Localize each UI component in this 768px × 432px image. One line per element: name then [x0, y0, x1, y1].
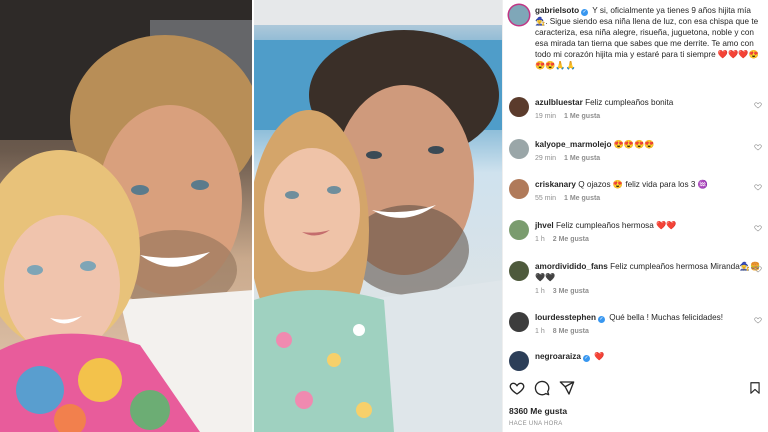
caption-body: Y si, oficialmente ya tienes 9 años hiji…: [535, 6, 759, 70]
photo-father-daughter-right: [253, 0, 502, 432]
verified-icon: ✓: [582, 355, 590, 362]
comment-username[interactable]: jhvel: [535, 221, 554, 230]
comment-likes[interactable]: 1 Me gusta: [564, 155, 600, 162]
post-side-panel: gabrielsoto ✓ Y si, oficialmente ya tiene…: [502, 0, 768, 432]
comment-likes[interactable]: 2 Me gusta: [553, 236, 589, 243]
post-timestamp: HACE UNA HORA: [509, 421, 563, 427]
comment-time: 55 min: [535, 195, 557, 202]
photo-left-illustration: [0, 0, 252, 432]
comment-text: ❤️: [594, 352, 605, 361]
comment-time: 19 min: [535, 113, 557, 120]
comment-text: 😍😍😍😍: [613, 140, 655, 149]
avatar[interactable]: [509, 139, 529, 159]
comment-likes[interactable]: 3 Me gusta: [553, 288, 589, 295]
comment-username[interactable]: amordividido_fans: [535, 262, 608, 271]
avatar[interactable]: [509, 5, 529, 25]
comment-item: criskanary Q ojazos 😍 feliz vida para lo…: [509, 179, 764, 202]
comment-time: 1 h: [535, 288, 545, 295]
avatar[interactable]: [509, 351, 529, 371]
comment-username[interactable]: criskanary: [535, 180, 576, 189]
comment-username[interactable]: kalyope_marmolejo: [535, 140, 611, 149]
photo-father-daughter-left: [0, 0, 252, 432]
post-photos: [0, 0, 502, 432]
comment-time: 1 h: [535, 236, 545, 243]
avatar[interactable]: [509, 97, 529, 117]
heart-icon[interactable]: [754, 101, 762, 109]
comment-username[interactable]: negroaraiza: [535, 352, 581, 361]
caption-block: gabrielsoto ✓ Y si, oficialmente ya tiene…: [509, 5, 764, 71]
comment-time: 29 min: [535, 155, 557, 162]
comment-item: kalyope_marmolejo 😍😍😍😍 29 min 1 Me gusta: [509, 139, 764, 162]
comment-item: lourdesstephen ✓ Qué bella ! Muchas felic…: [509, 312, 764, 335]
bookmark-icon[interactable]: [748, 380, 762, 396]
comment-text: Feliz cumpleaños hermosa ❤️❤️: [555, 221, 677, 230]
caption-text: gabrielsoto ✓ Y si, oficialmente ya tiene…: [535, 5, 762, 71]
post-actions: [509, 380, 575, 396]
verified-icon: ✓: [597, 316, 605, 323]
comment-text: Qué bella ! Muchas felicidades!: [609, 313, 724, 322]
heart-icon[interactable]: [754, 224, 762, 232]
comment-text: Q ojazos 😍 feliz vida para los 3 ♒: [578, 180, 708, 189]
caption-username[interactable]: gabrielsoto: [535, 6, 579, 15]
comment-item: jhvel Feliz cumpleaños hermosa ❤️❤️ 1 h 2…: [509, 220, 764, 243]
verified-icon: ✓: [581, 9, 589, 16]
comment-likes[interactable]: 1 Me gusta: [564, 113, 600, 120]
share-icon[interactable]: [559, 380, 575, 396]
likes-count[interactable]: 8360 Me gusta: [509, 406, 567, 416]
heart-icon[interactable]: [754, 265, 762, 273]
avatar[interactable]: [509, 312, 529, 332]
comment-likes[interactable]: 1 Me gusta: [564, 195, 600, 202]
comment-item: amordividido_fans Feliz cumpleaños hermo…: [509, 261, 764, 295]
avatar[interactable]: [509, 220, 529, 240]
comment-username[interactable]: azulbluestar: [535, 98, 583, 107]
heart-icon[interactable]: [754, 316, 762, 324]
comment-username[interactable]: lourdesstephen: [535, 313, 596, 322]
heart-icon[interactable]: [509, 380, 525, 396]
comment-icon[interactable]: [534, 380, 550, 396]
comment-text: Feliz cumpleaños bonita: [585, 98, 674, 107]
comment-item: negroaraiza ✓ ❤️: [509, 351, 764, 371]
comment-time: 1 h: [535, 328, 545, 335]
photo-right-illustration: [253, 0, 502, 432]
comment-likes[interactable]: 8 Me gusta: [553, 328, 589, 335]
avatar[interactable]: [509, 179, 529, 199]
avatar[interactable]: [509, 261, 529, 281]
heart-icon[interactable]: [754, 143, 762, 151]
comment-item: azulbluestar Feliz cumpleaños bonita 19 …: [509, 97, 764, 120]
heart-icon[interactable]: [754, 183, 762, 191]
